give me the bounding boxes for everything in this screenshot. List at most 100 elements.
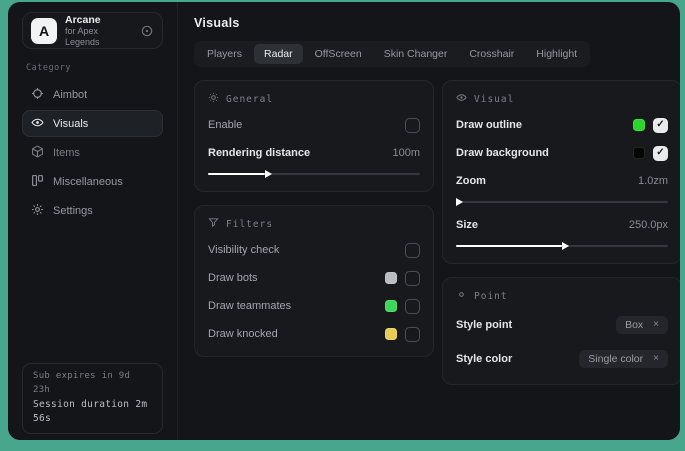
- session-duration-text: Session duration 2m 56s: [33, 398, 152, 427]
- left-panel-column: General Enable Rendering distance 100m: [194, 80, 434, 357]
- sidebar-item-miscellaneous[interactable]: Miscellaneous: [22, 168, 163, 195]
- draw-teammates-checkbox[interactable]: [405, 299, 420, 314]
- zoom-slider[interactable]: [456, 198, 668, 206]
- crosshair-icon: [31, 87, 44, 103]
- main-content: Visuals Players Radar OffScreen Skin Cha…: [178, 2, 680, 440]
- tab-players[interactable]: Players: [197, 44, 252, 64]
- size-value: 250.0px: [629, 219, 668, 231]
- visibility-check-label: Visibility check: [208, 244, 279, 256]
- sub-expires-text: Sub expires in 9d 23h: [33, 370, 152, 398]
- draw-teammates-color-swatch[interactable]: [385, 300, 397, 312]
- tab-skin-changer[interactable]: Skin Changer: [374, 44, 458, 64]
- draw-background-row: Draw background ✓: [456, 144, 668, 162]
- cube-icon: [31, 145, 44, 161]
- draw-background-checkbox[interactable]: ✓: [653, 146, 668, 161]
- app-name: Arcane: [65, 14, 132, 26]
- size-label: Size: [456, 219, 478, 231]
- panel-visual-header: Visual: [456, 92, 668, 106]
- panel-filters-header: Filters: [208, 217, 420, 231]
- draw-bots-color-swatch[interactable]: [385, 272, 397, 284]
- enable-label: Enable: [208, 119, 242, 131]
- panel-point: Point Style point Box × Style color Sing…: [442, 277, 680, 385]
- app-subtitle: for Apex Legends: [65, 26, 132, 47]
- sun-icon: [208, 92, 219, 106]
- panel-area: General Enable Rendering distance 100m: [194, 80, 680, 385]
- funnel-icon: [208, 217, 219, 231]
- tab-bar: Players Radar OffScreen Skin Changer Cro…: [194, 41, 590, 67]
- draw-outline-label: Draw outline: [456, 119, 522, 131]
- panel-title: Visual: [474, 94, 514, 105]
- panel-title: Point: [474, 291, 508, 302]
- right-panel-column: Visual Draw outline ✓ Draw background: [442, 80, 680, 385]
- rendering-distance-slider[interactable]: [208, 170, 420, 178]
- style-point-label: Style point: [456, 319, 512, 331]
- size-block: Size 250.0px: [456, 216, 668, 250]
- draw-outline-color-swatch[interactable]: [633, 119, 645, 131]
- rendering-distance-value: 100m: [392, 147, 420, 159]
- app-titles: Arcane for Apex Legends: [65, 14, 132, 47]
- sidebar-item-label: Items: [53, 147, 80, 159]
- clear-icon[interactable]: ×: [653, 320, 659, 330]
- draw-teammates-label: Draw teammates: [208, 300, 291, 312]
- style-point-row: Style point Box ×: [456, 313, 668, 337]
- panel-title: General: [226, 94, 273, 105]
- rendering-distance-block: Rendering distance 100m: [208, 144, 420, 178]
- target-icon[interactable]: [140, 24, 154, 38]
- tab-offscreen[interactable]: OffScreen: [305, 44, 372, 64]
- panel-filters: Filters Visibility check Draw bots: [194, 205, 434, 357]
- sidebar-item-label: Visuals: [53, 118, 88, 130]
- sidebar-item-aimbot[interactable]: Aimbot: [22, 81, 163, 108]
- slider-thumb[interactable]: [265, 170, 272, 178]
- zoom-block: Zoom 1.0zm: [456, 172, 668, 206]
- slider-fill: [208, 173, 265, 175]
- draw-bots-checkbox[interactable]: [405, 271, 420, 286]
- enable-row: Enable: [208, 116, 420, 134]
- check-icon: ✓: [656, 148, 664, 158]
- zoom-row: Zoom 1.0zm: [456, 172, 668, 190]
- panel-general: General Enable Rendering distance 100m: [194, 80, 434, 192]
- panel-visual: Visual Draw outline ✓ Draw background: [442, 80, 680, 264]
- style-point-select[interactable]: Box ×: [616, 316, 668, 334]
- style-point-value: Box: [625, 319, 643, 331]
- style-color-select[interactable]: Single color ×: [579, 350, 668, 368]
- sidebar-item-label: Settings: [53, 205, 93, 217]
- slider-thumb[interactable]: [562, 242, 569, 250]
- zoom-value: 1.0zm: [638, 175, 668, 187]
- rendering-distance-row: Rendering distance 100m: [208, 144, 420, 162]
- tab-highlight[interactable]: Highlight: [526, 44, 587, 64]
- visibility-check-checkbox[interactable]: [405, 243, 420, 258]
- tab-radar[interactable]: Radar: [254, 44, 303, 64]
- draw-outline-checkbox[interactable]: ✓: [653, 118, 668, 133]
- size-row: Size 250.0px: [456, 216, 668, 234]
- rendering-distance-label: Rendering distance: [208, 147, 310, 159]
- clear-icon[interactable]: ×: [653, 354, 659, 364]
- check-icon: ✓: [656, 120, 664, 130]
- draw-knocked-checkbox[interactable]: [405, 327, 420, 342]
- visibility-check-row: Visibility check: [208, 241, 420, 259]
- panel-general-header: General: [208, 92, 420, 106]
- enable-checkbox[interactable]: [405, 118, 420, 133]
- panel-title: Filters: [226, 219, 273, 230]
- draw-background-color-swatch[interactable]: [633, 147, 645, 159]
- draw-knocked-color-swatch[interactable]: [385, 328, 397, 340]
- sidebar-item-visuals[interactable]: Visuals: [22, 110, 163, 137]
- eye-icon: [31, 116, 44, 132]
- size-slider[interactable]: [456, 242, 668, 250]
- panel-point-header: Point: [456, 289, 668, 303]
- zoom-label: Zoom: [456, 175, 486, 187]
- tab-crosshair[interactable]: Crosshair: [459, 44, 524, 64]
- page-title: Visuals: [194, 16, 680, 30]
- sidebar-item-settings[interactable]: Settings: [22, 197, 163, 224]
- style-color-value: Single color: [588, 353, 643, 365]
- slider-thumb[interactable]: [456, 198, 463, 206]
- sidebar-item-label: Aimbot: [53, 89, 87, 101]
- sidebar-item-label: Miscellaneous: [53, 176, 123, 188]
- style-color-row: Style color Single color ×: [456, 347, 668, 371]
- sidebar: A Arcane for Apex Legends Category Aimbo…: [8, 2, 178, 440]
- app-logo: A: [31, 18, 57, 44]
- dot-icon: [456, 289, 467, 303]
- eye-icon: [456, 92, 467, 106]
- draw-bots-label: Draw bots: [208, 272, 258, 284]
- grid-icon: [31, 174, 44, 190]
- sidebar-item-items[interactable]: Items: [22, 139, 163, 166]
